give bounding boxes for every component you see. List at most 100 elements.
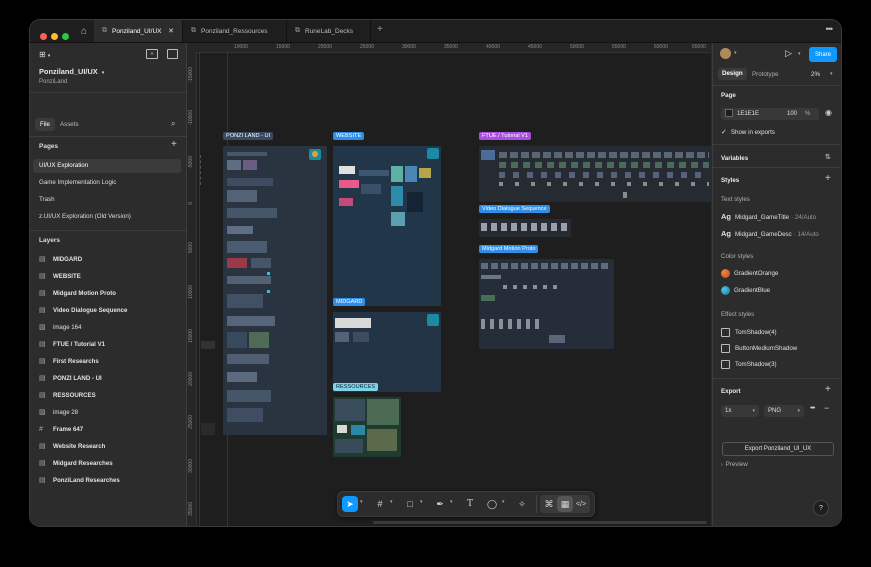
horizontal-scrollbar[interactable] — [373, 521, 707, 524]
page-item-uiux-exploration[interactable]: UI/UX Exploration — [33, 159, 181, 173]
text-style-item[interactable]: Ag Midgard_GameDesc · 14/Auto — [721, 229, 819, 238]
minimize-window-button[interactable] — [51, 33, 58, 40]
layer-item[interactable]: ▤ PONZI LAND - UI — [39, 372, 102, 384]
ruler-tick: 20000 — [188, 372, 194, 386]
maximize-window-button[interactable] — [62, 33, 69, 40]
avatar[interactable] — [720, 48, 731, 59]
tab-file[interactable]: File — [35, 118, 55, 131]
export-scale-select[interactable]: 1x ▾ — [721, 405, 759, 417]
effect-style-name: TomShadow(4) — [735, 329, 777, 337]
new-tab-icon[interactable]: + — [377, 24, 383, 35]
frame-ponzi-land-ui[interactable] — [223, 146, 327, 435]
layer-item[interactable]: ▤ First Researchs — [39, 355, 99, 367]
frame-midgard[interactable] — [333, 312, 441, 392]
export-format-select[interactable]: PNG ▾ — [764, 405, 804, 417]
tab-runelab-decks[interactable]: ⧉ RuneLab_Decks — [287, 20, 371, 42]
preview-toggle[interactable]: › Preview — [721, 461, 748, 468]
chevron-down-icon[interactable]: ▾ — [390, 499, 393, 505]
design-mode-icon[interactable]: ▦ — [557, 496, 573, 512]
frame-label-ftue-tutorial[interactable]: FTUE / Tutorial V1 — [479, 132, 532, 140]
text-style-item[interactable]: Ag Midgard_GameTitle · 24/Auto — [721, 212, 816, 221]
frame-label-ressources[interactable]: RESSOURCES — [333, 383, 379, 391]
color-style-item[interactable]: GradientOrange — [721, 269, 778, 278]
chevron-down-icon[interactable]: ▾ — [734, 50, 737, 56]
add-page-icon[interactable]: + — [171, 139, 177, 150]
frame-label-midgard-motion[interactable]: Midgard Motion Proto — [479, 245, 539, 253]
layer-item[interactable]: ▨ image 28 — [39, 406, 78, 418]
layer-item[interactable]: ▤ PonziLand Researches — [39, 474, 120, 486]
pen-tool-icon[interactable]: ✒ — [432, 496, 448, 512]
dev-mode-icon[interactable]: </> — [573, 496, 589, 512]
chevron-down-icon[interactable]: ▾ — [450, 499, 453, 505]
tab-assets[interactable]: Assets — [55, 118, 84, 131]
frame-ressources[interactable] — [333, 397, 401, 457]
help-button[interactable]: ? — [813, 500, 829, 516]
chevron-down-icon[interactable]: ▾ — [830, 71, 833, 77]
rectangle-tool-icon[interactable]: □ — [402, 496, 418, 512]
layer-item[interactable]: ▨ image 164 — [39, 321, 81, 333]
frame-label-website[interactable]: WEBSITE — [333, 132, 365, 140]
page-item-game-implementation[interactable]: Game Implementation Logic — [33, 176, 181, 190]
close-icon[interactable]: ✕ — [168, 27, 174, 35]
main-menu-icon[interactable]: ⊞ ▾ — [39, 50, 50, 59]
effect-style-item[interactable]: ButtonMediumShadow — [721, 344, 797, 353]
canvas[interactable]: 10000 15000 20000 25000 30000 35000 4000… — [187, 43, 711, 526]
chevron-down-icon[interactable]: ▾ — [798, 51, 801, 57]
frame-label-midgard[interactable]: MIDGARD — [333, 298, 366, 306]
layer-item[interactable]: ▤ FTUE / Tutorial V1 — [39, 338, 105, 350]
text-tool-icon[interactable]: T — [462, 496, 478, 512]
tab-prototype[interactable]: Prototype — [752, 71, 778, 78]
page-opacity-value: 100 — [787, 111, 798, 117]
color-style-item[interactable]: GradientBlue — [721, 286, 770, 295]
layer-item[interactable]: ▤ WEBSITE — [39, 270, 81, 282]
frame-label-ponzi-land-ui[interactable]: PONZI LAND - UI — [223, 132, 274, 140]
layer-item[interactable]: # Frame 647 — [39, 423, 83, 435]
ui3-toggle-icon[interactable]: A — [146, 49, 158, 59]
frame-ftue-tutorial[interactable] — [479, 146, 711, 202]
page-item-trash[interactable]: Trash — [33, 193, 181, 207]
export-button[interactable]: Export Ponziland_UI_UX — [722, 442, 834, 456]
chevron-down-icon[interactable]: ▾ — [502, 499, 505, 505]
remove-export-icon[interactable]: − — [824, 403, 829, 413]
show-in-exports-checkbox[interactable]: ✓ Show in exports — [721, 128, 775, 136]
eye-icon[interactable]: ◉ — [825, 108, 832, 117]
chevron-down-icon[interactable]: ▾ — [420, 499, 423, 505]
home-icon[interactable]: ⌂ — [74, 20, 94, 42]
layer-item[interactable]: ▤ Midgard Researches — [39, 457, 113, 469]
tab-ponziland-ressources[interactable]: ⧉ Ponziland_Ressources — [183, 20, 287, 42]
more-options-icon[interactable]: ••• — [826, 24, 834, 34]
search-icon[interactable]: ⌕ — [171, 119, 175, 129]
share-button[interactable]: Share — [809, 47, 837, 62]
frame-midgard-motion[interactable] — [479, 259, 614, 349]
actions-tool-icon[interactable]: ✧ — [514, 496, 530, 512]
zoom-level[interactable]: 2% — [811, 71, 820, 78]
frame-video-dialogue[interactable] — [479, 219, 571, 237]
file-name[interactable]: Ponziland_UI/UX ▾ — [39, 67, 104, 76]
close-window-button[interactable] — [40, 33, 47, 40]
chevron-down-icon[interactable]: ▾ — [360, 499, 363, 505]
present-icon[interactable]: ▷ — [785, 48, 792, 59]
effect-style-item[interactable]: TomShadow(4) — [721, 328, 777, 337]
tab-design[interactable]: Design — [718, 68, 747, 80]
sidebar-toggle-icon[interactable] — [167, 49, 178, 59]
variables-settings-icon[interactable]: ⇅ — [825, 153, 831, 161]
comment-tool-icon[interactable]: ◯ — [484, 496, 500, 512]
layer-item[interactable]: ▤ RESSOURCES — [39, 389, 96, 401]
add-export-icon[interactable]: + — [825, 384, 831, 395]
effect-style-item[interactable]: TomShadow(3) — [721, 360, 777, 369]
frame-tool-icon[interactable]: # — [372, 496, 388, 512]
page-color-field[interactable]: 1E1E1E 100 % — [721, 108, 819, 120]
layer-item[interactable]: ▤ MIDGARD — [39, 253, 82, 265]
page-item-old-version[interactable]: z.UI/UX Exploration (Old Version) — [33, 210, 181, 224]
ruler-tick: 55000 — [612, 44, 626, 50]
draw-mode-icon[interactable]: ⌘ — [541, 496, 557, 512]
frame-website[interactable] — [333, 146, 441, 306]
move-tool-icon[interactable]: ➤ — [342, 496, 358, 512]
layer-item[interactable]: ▤ Midgard Motion Proto — [39, 287, 116, 299]
frame-label-video-dialogue[interactable]: Video Dialogue Sequence — [479, 205, 550, 213]
export-settings-icon[interactable]: ••• — [810, 405, 815, 412]
tab-ponziland-uiux[interactable]: ⧉ Ponziland_UI/UX ✕ — [94, 20, 183, 42]
layer-item[interactable]: ▤ Video Dialogue Sequence — [39, 304, 127, 316]
layer-item[interactable]: ▤ Website Research — [39, 440, 105, 452]
add-style-icon[interactable]: + — [825, 173, 831, 184]
